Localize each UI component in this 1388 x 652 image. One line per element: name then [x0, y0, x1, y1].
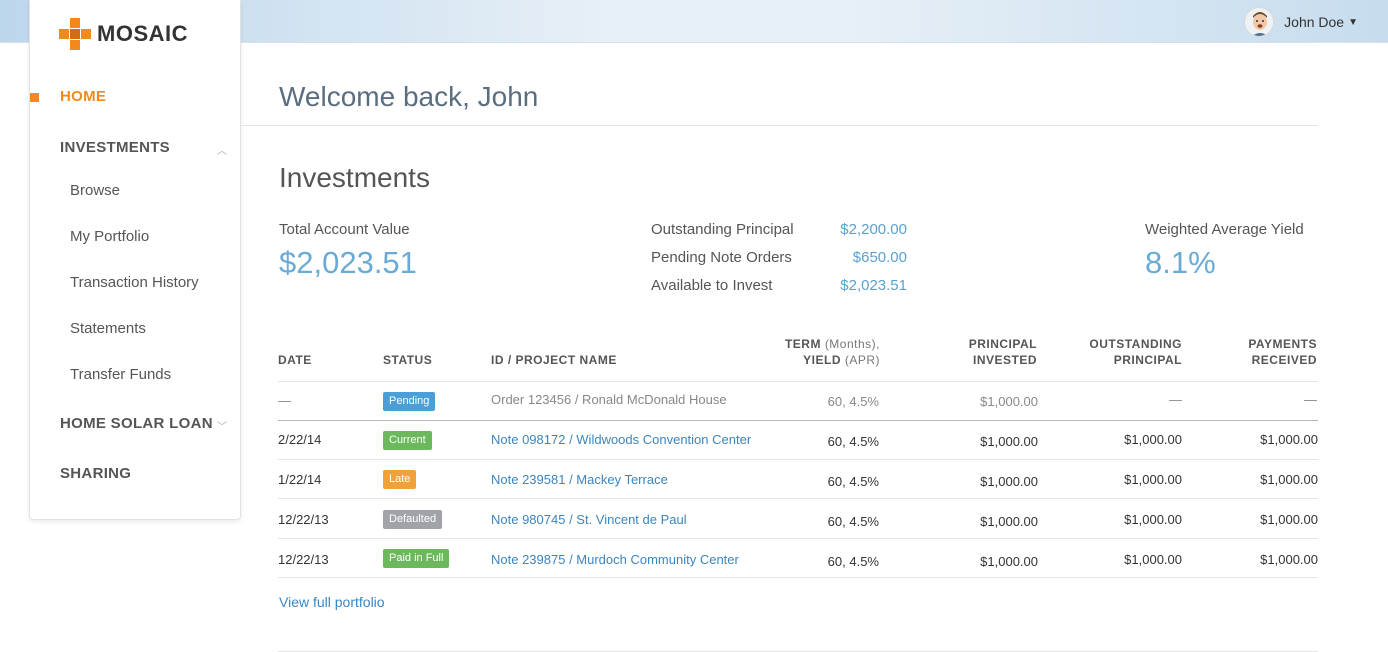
row-divider — [278, 381, 1318, 382]
cell-payments: $1,000.00 — [1260, 512, 1318, 527]
header-date[interactable]: DATE — [278, 352, 312, 368]
cell-date: 12/22/13 — [278, 552, 329, 567]
status-badge: Defaulted — [383, 510, 443, 529]
divider — [241, 125, 1318, 126]
cell-principal: $1,000.00 — [980, 514, 1038, 529]
header-term-yield[interactable]: TERM (Months), YIELD (APR) — [700, 336, 880, 368]
outstanding-principal-label: Outstanding Principal — [651, 221, 794, 238]
pending-note-orders-label: Pending Note Orders — [651, 249, 792, 266]
header-payments-received[interactable]: PAYMENTS RECEIVED — [1197, 336, 1317, 368]
pending-note-orders-value: $650.00 — [852, 249, 907, 266]
nav-investments[interactable]: INVESTMENTS — [60, 139, 170, 156]
outstanding-principal-value: $2,200.00 — [840, 221, 907, 238]
total-account-value-label: Total Account Value — [279, 221, 410, 238]
cell-term: 60, 4.5% — [827, 474, 879, 489]
cell-payments: $1,000.00 — [1260, 552, 1318, 567]
brand-name: MOSAIC — [97, 21, 188, 46]
status-badge: Paid in Full — [383, 549, 450, 568]
cell-outstanding: $1,000.00 — [1124, 552, 1182, 567]
header-principal-2: INVESTED — [972, 353, 1037, 367]
cell-term: 60, 4.5% — [827, 554, 879, 569]
cell-date: 2/22/14 — [278, 432, 322, 447]
cell-date: 1/22/14 — [278, 472, 322, 487]
header-term: TERM — [784, 337, 821, 351]
cell-payments: $1,000.00 — [1260, 472, 1318, 487]
total-account-value: $2,023.51 — [279, 245, 417, 280]
nav-home[interactable]: HOME — [60, 88, 106, 105]
cell-outstanding: $1,000.00 — [1124, 512, 1182, 527]
available-to-invest-label: Available to Invest — [651, 277, 773, 294]
row-divider — [278, 577, 1318, 578]
active-marker — [30, 93, 39, 102]
header-status[interactable]: STATUS — [383, 352, 432, 368]
cell-outstanding: $1,000.00 — [1124, 432, 1182, 447]
header-principal-invested[interactable]: PRINCIPAL INVESTED — [917, 336, 1037, 368]
status-badge: Current — [383, 431, 432, 450]
nav-sharing[interactable]: SHARING — [60, 465, 131, 482]
cell-payments: — — [1304, 392, 1317, 407]
header-outstanding-principal[interactable]: OUTSTANDING PRINCIPAL — [1062, 336, 1182, 368]
cell-date: — — [278, 393, 291, 408]
row-divider — [278, 420, 1318, 421]
project-link[interactable]: Note 980745 / St. Vincent de Paul — [491, 512, 687, 527]
cell-project: Order 123456 / Ronald McDonald House — [491, 392, 727, 407]
view-full-portfolio-link[interactable]: View full portfolio — [279, 594, 385, 610]
cell-principal: $1,000.00 — [980, 434, 1038, 449]
header-yield: YIELD — [803, 353, 841, 367]
chevron-down-icon[interactable]: ﹀ — [217, 418, 227, 433]
nav-transaction-history[interactable]: Transaction History — [70, 274, 199, 291]
header-payments-1: PAYMENTS — [1248, 337, 1317, 351]
header-principal-1: PRINCIPAL — [968, 337, 1037, 351]
cell-principal: $1,000.00 — [980, 554, 1038, 569]
nav-transfer-funds[interactable]: Transfer Funds — [70, 366, 171, 383]
cell-term: 60, 4.5% — [827, 434, 879, 449]
mosaic-cross-icon — [59, 18, 91, 50]
chevron-up-icon[interactable]: ︿ — [217, 142, 227, 157]
available-to-invest-value: $2,023.51 — [840, 277, 907, 294]
sidebar: MOSAIC HOME INVESTMENTS ︿ Browse My Port… — [29, 0, 241, 520]
project-link[interactable]: Note 239875 / Murdoch Community Center — [491, 552, 739, 567]
project-link[interactable]: Note 098172 / Wildwoods Convention Cente… — [491, 432, 751, 447]
row-divider — [278, 538, 1318, 539]
weighted-average-yield-label: Weighted Average Yield — [1145, 221, 1304, 238]
nav-home-solar-loan[interactable]: HOME SOLAR LOAN — [60, 415, 213, 432]
project-link[interactable]: Note 239581 / Mackey Terrace — [491, 472, 668, 487]
nav-my-portfolio[interactable]: My Portfolio — [70, 228, 149, 245]
row-divider — [278, 498, 1318, 499]
user-avatar — [1244, 7, 1275, 37]
section-title: Investments — [279, 162, 430, 193]
weighted-average-yield-value: 8.1% — [1145, 245, 1216, 280]
header-term-unit: (Months), — [824, 337, 880, 351]
caret-down-icon: ▼ — [1348, 16, 1358, 28]
cell-principal: $1,000.00 — [980, 474, 1038, 489]
user-menu[interactable]: John Doe ▼ — [1244, 7, 1358, 37]
nav-statements[interactable]: Statements — [70, 320, 146, 337]
cell-payments: $1,000.00 — [1260, 432, 1318, 447]
cell-outstanding: $1,000.00 — [1124, 472, 1182, 487]
header-payments-2: RECEIVED — [1251, 353, 1317, 367]
cell-term: 60, 4.5% — [827, 514, 879, 529]
status-badge: Late — [383, 470, 417, 489]
cell-date: 12/22/13 — [278, 512, 329, 527]
header-yield-unit: (APR) — [844, 353, 880, 367]
header-outstanding-2: PRINCIPAL — [1113, 353, 1182, 367]
user-name: John Doe — [1284, 14, 1345, 30]
cell-term: 60, 4.5% — [827, 394, 879, 409]
cell-outstanding: — — [1169, 392, 1182, 407]
row-divider — [278, 459, 1318, 460]
brand-logo[interactable]: MOSAIC — [59, 18, 188, 50]
status-badge: Pending — [383, 392, 436, 411]
welcome-heading: Welcome back, John — [279, 81, 539, 112]
header-outstanding-1: OUTSTANDING — [1089, 337, 1182, 351]
nav-browse[interactable]: Browse — [70, 182, 120, 199]
cell-principal: $1,000.00 — [980, 394, 1038, 409]
header-project[interactable]: ID / PROJECT NAME — [491, 352, 617, 368]
